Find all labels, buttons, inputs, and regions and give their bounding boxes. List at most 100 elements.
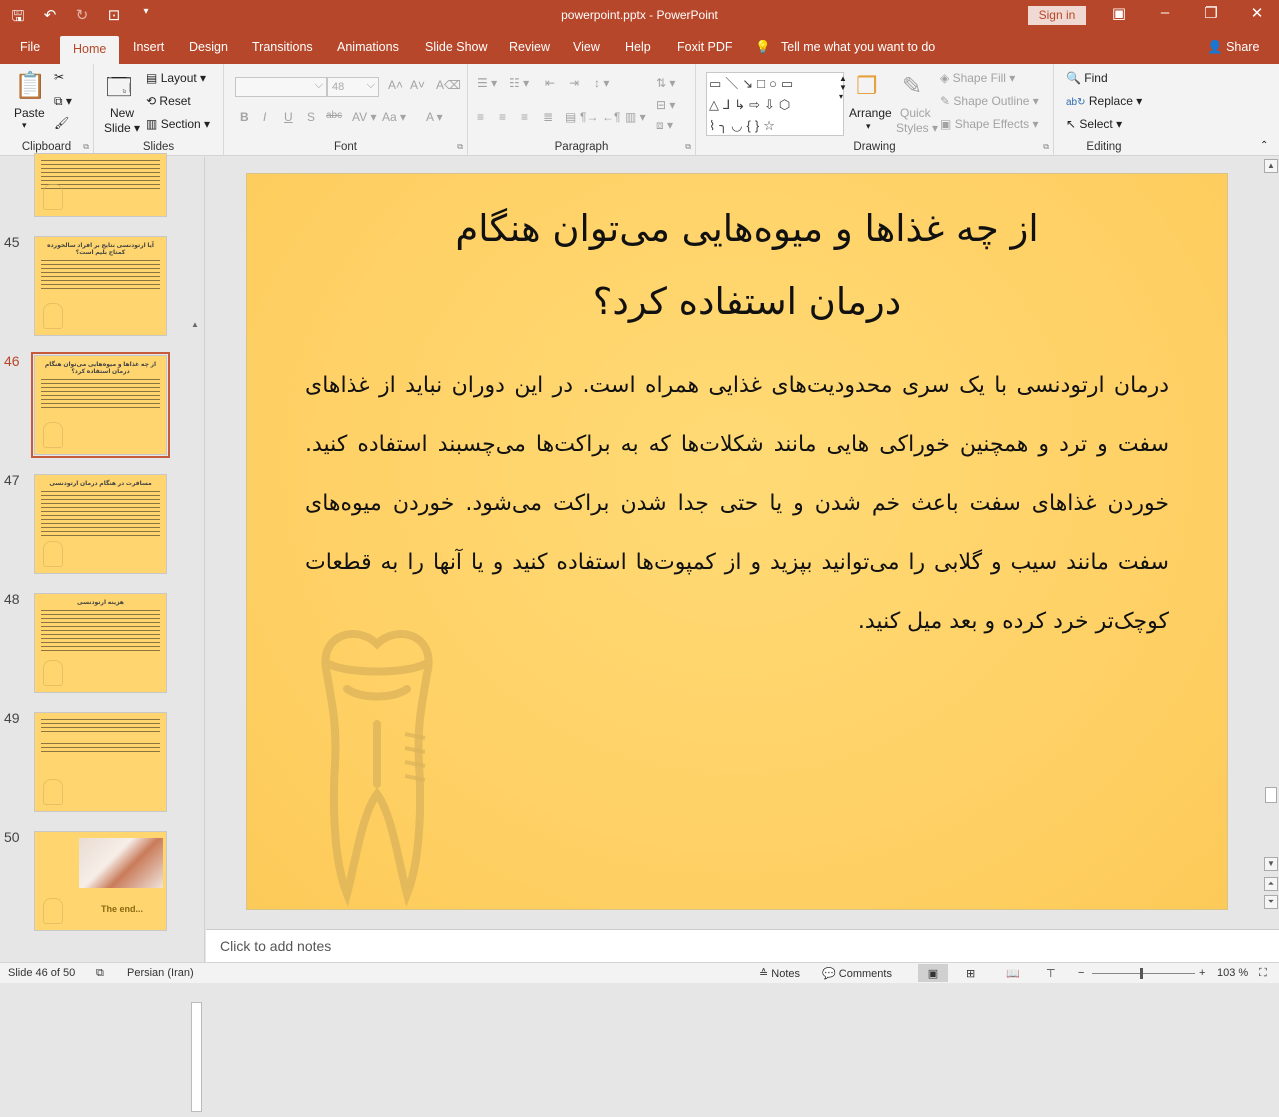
tab-home[interactable]: Home [60, 36, 120, 64]
close-icon[interactable]: ✕ [1242, 4, 1272, 22]
underline-icon[interactable]: U [284, 110, 293, 124]
rtl-icon[interactable]: ←¶ [602, 110, 620, 124]
thumbnails-scrollbar[interactable]: ▲ [188, 317, 204, 1117]
increase-indent-icon[interactable]: ⇥ [569, 76, 579, 90]
zoom-slider-handle[interactable] [1140, 968, 1143, 979]
scroll-up-icon[interactable]: ▲ [191, 320, 199, 329]
ribbon-display-options-icon[interactable]: ▣ [1104, 4, 1134, 22]
numbering-icon[interactable]: ☷ ▾ [509, 76, 529, 90]
arrange-dropdown-icon[interactable]: ▾ [866, 121, 871, 132]
justify-icon[interactable]: ≣ [543, 110, 553, 124]
decrease-font-icon[interactable]: A˅ [410, 78, 425, 92]
tab-design[interactable]: Design [189, 40, 228, 54]
decrease-indent-icon[interactable]: ⇤ [545, 76, 555, 90]
notes-button[interactable]: ≙ Notes [759, 967, 800, 980]
zoom-out-icon[interactable]: − [1078, 967, 1084, 979]
cut-icon[interactable]: ✂ [54, 70, 64, 84]
ltr-icon[interactable]: ¶→ [580, 110, 598, 124]
bold-icon[interactable]: B [240, 110, 249, 124]
slide-thumbnail-44[interactable] [34, 153, 167, 217]
previous-slide-icon[interactable]: ⏶ [1264, 877, 1278, 891]
font-color-icon[interactable]: A ▾ [426, 110, 443, 124]
tab-transitions[interactable]: Transitions [252, 40, 313, 54]
language-indicator[interactable]: Persian (Iran) [127, 967, 194, 979]
slide-thumbnail-49[interactable] [34, 712, 167, 812]
increase-font-icon[interactable]: A˄ [388, 78, 403, 92]
sign-in-button[interactable]: Sign in [1028, 6, 1086, 25]
minimize-icon[interactable]: – [1150, 4, 1180, 21]
scroll-up-icon[interactable]: ▲ [1264, 159, 1278, 173]
distributed-icon[interactable]: ▤ [565, 110, 576, 124]
spell-check-icon[interactable]: ⧉ [96, 967, 104, 980]
tab-review[interactable]: Review [509, 40, 550, 54]
quick-styles-button[interactable]: Quick [900, 106, 931, 120]
change-case-icon[interactable]: Aa ▾ [382, 110, 406, 124]
paste-icon[interactable]: 📋 [14, 70, 46, 101]
line-spacing-icon[interactable]: ↕ ▾ [594, 76, 609, 90]
arrange-button[interactable]: Arrange [849, 106, 892, 120]
columns-icon[interactable]: ▥ ▾ [625, 110, 646, 124]
arrange-icon[interactable]: ❒ [856, 72, 878, 101]
find-button[interactable]: 🔍 Find [1066, 71, 1108, 85]
smartart-icon[interactable]: ⧈ ▾ [656, 118, 673, 133]
quick-styles-label[interactable]: Styles ▾ [896, 121, 938, 135]
paste-button[interactable]: Paste [14, 106, 45, 120]
zoom-in-icon[interactable]: + [1199, 967, 1205, 979]
maximize-icon[interactable]: ❐ [1196, 4, 1226, 22]
new-slide-label[interactable]: Slide ▾ [104, 121, 140, 135]
slide-title[interactable]: از چه غذاها و میوه‌هایی می‌توان هنگام در… [397, 192, 1097, 338]
notes-pane[interactable]: Click to add notes [206, 929, 1279, 962]
select-button[interactable]: ↖ Select ▾ [1066, 117, 1122, 131]
slide-scrollbar[interactable]: ▲ ▼ ⏶ ⏷ [1263, 157, 1279, 929]
align-left-icon[interactable]: ≡ [477, 110, 484, 124]
shape-effects-button[interactable]: ▣ Shape Effects ▾ [940, 117, 1039, 131]
clipboard-launcher-icon[interactable]: ⧉ [83, 142, 89, 152]
clear-formatting-icon[interactable]: A⌫ [436, 78, 461, 92]
align-center-icon[interactable]: ≡ [499, 110, 506, 124]
slide-thumbnail-48[interactable]: هزینه ارتودنسی [34, 593, 167, 693]
paragraph-launcher-icon[interactable]: ⧉ [685, 142, 691, 152]
reset-button[interactable]: ⟲ Reset [146, 94, 191, 108]
slide-thumbnail-46[interactable]: از چه غذاها و میوه‌هایی می‌توان هنگام در… [31, 352, 170, 458]
align-text-icon[interactable]: ⊟ ▾ [656, 98, 675, 112]
tab-file[interactable]: File [20, 40, 40, 54]
collapse-ribbon-icon[interactable]: ⌃ [1260, 140, 1268, 151]
font-size-combo[interactable]: 48 [327, 77, 379, 97]
share-button[interactable]: 👤 Share [1207, 40, 1259, 55]
bullets-icon[interactable]: ☰ ▾ [477, 76, 497, 90]
paste-dropdown-icon[interactable]: ▾ [22, 120, 27, 131]
slide-sorter-icon[interactable]: ⊞ [966, 967, 975, 980]
slide-thumbnail-45[interactable]: آیا ارتودنسی نتایج بر افراد سالخورده کمت… [34, 236, 167, 336]
comments-button[interactable]: 💬 Comments [822, 967, 892, 980]
format-painter-icon[interactable]: 🖌 [54, 116, 69, 130]
shapes-gallery-scroll-icon[interactable]: ▲ ▼ ▾ [839, 74, 847, 101]
fit-slide-icon[interactable]: ⛶ [1259, 967, 1267, 980]
replace-button[interactable]: ab↻ Replace ▾ [1066, 94, 1142, 108]
font-launcher-icon[interactable]: ⧉ [457, 142, 463, 152]
scroll-down-icon[interactable]: ▼ [1264, 857, 1278, 871]
tab-insert[interactable]: Insert [133, 40, 164, 54]
slide-thumbnail-47[interactable]: مسافرت در هنگام درمان ارتودنسی [34, 474, 167, 574]
new-slide-icon[interactable]: 🗔 [106, 70, 132, 111]
character-spacing-icon[interactable]: AV ▾ [352, 110, 376, 124]
shape-fill-button[interactable]: ◈ Shape Fill ▾ [940, 71, 1015, 85]
current-slide[interactable]: از چه غذاها و میوه‌هایی می‌توان هنگام در… [246, 173, 1228, 910]
zoom-level[interactable]: 103 % [1217, 967, 1248, 979]
next-slide-icon[interactable]: ⏷ [1264, 895, 1278, 909]
text-direction-icon[interactable]: ⇅ ▾ [656, 76, 675, 90]
italic-icon[interactable]: I [263, 110, 266, 124]
reading-view-icon[interactable]: 📖 [1006, 967, 1020, 980]
shapes-gallery[interactable]: ▭＼↘□○▭ △⅃↳⇨⇩⬡ ⌇╮◡{}☆ [706, 72, 844, 136]
tab-animations[interactable]: Animations [337, 40, 399, 54]
slide-body-text[interactable]: درمان ارتودنسی با یک سری محدودیت‌های غذا… [305, 356, 1169, 651]
tab-slide-show[interactable]: Slide Show [425, 40, 488, 54]
shadow-icon[interactable]: S [307, 110, 315, 124]
tab-view[interactable]: View [573, 40, 600, 54]
slide-show-icon[interactable]: ⊤ [1046, 967, 1056, 980]
slide-thumbnail-50[interactable]: The end... [34, 831, 167, 931]
tab-foxit-pdf[interactable]: Foxit PDF [677, 40, 733, 54]
layout-button[interactable]: ▤ Layout ▾ [146, 71, 206, 85]
notes-placeholder[interactable]: Click to add notes [220, 938, 331, 954]
copy-icon[interactable]: ⧉ ▾ [54, 94, 72, 109]
font-name-combo[interactable] [235, 77, 327, 97]
